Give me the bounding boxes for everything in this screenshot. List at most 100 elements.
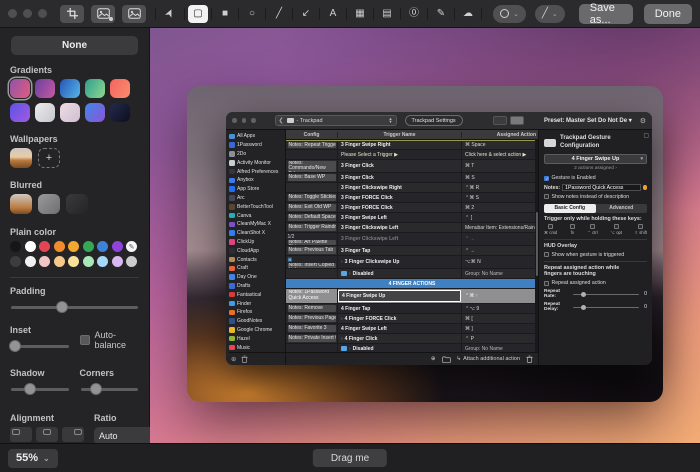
slider-thumb[interactable] (56, 301, 68, 313)
minimize-window-button[interactable] (23, 9, 32, 18)
color-swatch[interactable] (126, 256, 137, 267)
app-list-item: App Store (229, 185, 285, 194)
trigger-name: 3 Finger Swipe Right (341, 142, 390, 148)
screenshot-image[interactable]: ❮ - Trackpad ▲▼ Trackpad Settings Preset… (187, 86, 663, 402)
backdrop-button[interactable] (91, 5, 115, 23)
color-swatch[interactable] (97, 256, 108, 267)
slider-thumb[interactable] (90, 383, 102, 395)
color-swatch[interactable] (68, 241, 79, 252)
blurred-label: Blurred (10, 180, 139, 190)
gradient-swatch[interactable] (60, 79, 80, 98)
auto-balance-label: Auto-balance (95, 330, 140, 350)
color-swatch[interactable] (54, 241, 65, 252)
color-swatch[interactable] (112, 256, 123, 267)
gradient-swatch[interactable] (85, 103, 105, 122)
color-swatch[interactable] (83, 256, 94, 267)
slider-thumb[interactable] (24, 383, 36, 395)
trigger-cell: › Disabled (338, 269, 462, 278)
annotation-tool-button[interactable]: ○ (242, 5, 262, 23)
gradient-swatch[interactable] (35, 79, 55, 98)
trigger-name: 3 Finger Clickswipe Left (341, 225, 398, 231)
save-as-button[interactable]: Save as... (579, 4, 633, 24)
color-swatch[interactable] (10, 256, 21, 267)
annotation-tool-button[interactable]: ╱ (269, 5, 289, 23)
annotation-tool-button[interactable]: ↙ (296, 5, 316, 23)
gradient-swatch[interactable] (85, 79, 105, 98)
slider-thumb[interactable] (9, 340, 21, 352)
config-cell: Notes: Previous Page (286, 314, 338, 323)
annotation-tool-button[interactable]: ■ (215, 5, 235, 23)
config-cell: Notes: 1Password Quick Access (286, 289, 338, 303)
blurred-swatch[interactable] (66, 194, 88, 214)
trigger-name: 4 Finger Swipe Up (342, 293, 385, 299)
color-swatch[interactable] (112, 241, 123, 252)
app-icon (229, 222, 235, 228)
add-wallpaper-button[interactable]: + (38, 148, 60, 168)
app-list-item: GoodNotes (229, 317, 285, 326)
annotation-tool-button[interactable]: ▤ (377, 5, 397, 23)
annotation-tool-button[interactable]: ☁ (458, 5, 478, 23)
corners-slider[interactable] (81, 382, 139, 396)
window-controls[interactable] (8, 9, 47, 18)
color-swatch[interactable] (83, 241, 94, 252)
alignment-cell[interactable] (62, 427, 84, 442)
auto-balance-checkbox[interactable] (80, 335, 90, 345)
wallpaper-swatch[interactable] (10, 148, 32, 168)
color-swatch[interactable] (39, 256, 50, 267)
annotation-tool-button[interactable]: ▦ (350, 5, 370, 23)
zoom-level-select[interactable]: 55% ⌄ (8, 449, 58, 468)
annotation-tool-button[interactable]: ⓪ (404, 5, 424, 23)
modifier-checkbox (548, 224, 553, 229)
zoom-window-button[interactable] (38, 9, 47, 18)
color-swatch[interactable] (39, 241, 50, 252)
color-swatch[interactable] (54, 256, 65, 267)
drag-me-handle[interactable]: Drag me (313, 449, 387, 467)
shadow-slider[interactable] (11, 382, 69, 396)
app-list-item: Alfred Preferences (229, 167, 285, 176)
editor-canvas[interactable]: ❮ - Trackpad ▲▼ Trackpad Settings Preset… (150, 28, 700, 443)
trigger-name: 3 Finger Clickswipe Up (345, 259, 400, 265)
annotation-tool-button[interactable]: A (323, 5, 343, 23)
action-cell: Menubar Item: Extensions/Raindrop.io (462, 223, 538, 232)
show-notes-checkbox (544, 194, 549, 199)
gradient-swatch[interactable] (35, 103, 55, 122)
annotation-tool-button[interactable]: ✎ (431, 5, 451, 23)
done-button[interactable]: Done (644, 4, 692, 24)
color-swatch[interactable] (10, 241, 21, 252)
modifier-option: ⌥ opt (610, 224, 622, 235)
app-name: CleanMyMac X (237, 221, 271, 227)
alignment-cell[interactable] (36, 427, 58, 442)
disclosure-chevron-icon: › (341, 259, 343, 265)
app-icon (229, 169, 235, 175)
annotation-tool-button[interactable]: ➤ (161, 5, 181, 23)
gradient-swatch[interactable] (10, 103, 30, 122)
config-note: Notes: Base WP (288, 174, 336, 181)
trigger-name: 4 FINGER ACTIONS (389, 281, 436, 287)
color-swatch[interactable] (68, 256, 79, 267)
auto-balance-option[interactable]: Auto-balance (80, 330, 140, 350)
gradient-swatch[interactable] (110, 103, 130, 122)
trigger-cell: 4 FINGER ACTIONS (286, 279, 538, 288)
tool-icon: ╱ (276, 9, 282, 19)
background-none-button[interactable]: None (11, 36, 138, 55)
gradient-swatch[interactable] (60, 103, 80, 122)
crop-button[interactable] (60, 5, 84, 23)
inset-slider[interactable] (11, 339, 69, 353)
color-swatch[interactable] (25, 241, 36, 252)
color-swatch[interactable] (126, 241, 137, 252)
color-swatch[interactable] (97, 241, 108, 252)
stroke-style-picker[interactable]: ╱ ⌄ (535, 5, 565, 23)
gradient-swatch[interactable] (110, 79, 130, 98)
blurred-swatch[interactable] (38, 194, 60, 214)
close-window-button[interactable] (8, 9, 17, 18)
gradient-swatch[interactable] (10, 79, 30, 98)
image-mode-button[interactable] (122, 5, 146, 23)
shape-style-picker[interactable]: ⌄ (493, 5, 526, 23)
padding-slider[interactable] (11, 300, 138, 314)
annotation-tool-button[interactable]: ▢ (188, 5, 208, 23)
blurred-swatch[interactable] (10, 194, 32, 214)
config-badge: ▣ (288, 257, 336, 263)
alignment-cell[interactable] (10, 427, 32, 442)
config-note: Notes: 1Password Quick Access (288, 290, 336, 302)
color-swatch[interactable] (25, 256, 36, 267)
